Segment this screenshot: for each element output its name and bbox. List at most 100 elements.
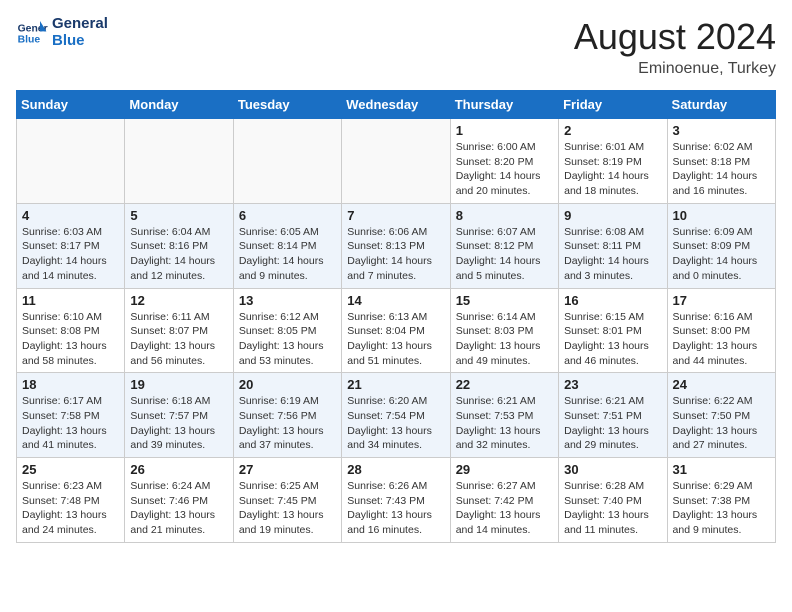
logo-icon: General Blue: [16, 17, 48, 49]
day-number: 4: [22, 208, 119, 223]
logo-text-general: General: [52, 16, 108, 33]
day-number: 28: [347, 462, 444, 477]
day-info: Sunrise: 6:05 AM Sunset: 8:14 PM Dayligh…: [239, 225, 336, 284]
calendar-cell: 25Sunrise: 6:23 AM Sunset: 7:48 PM Dayli…: [17, 458, 125, 543]
day-number: 21: [347, 377, 444, 392]
calendar-cell: 19 Sunrise: 6:18 AM Sunset: 7:57 PM Dayli…: [125, 373, 233, 458]
title-area: August 2024 Eminoenue, Turkey: [574, 16, 776, 78]
calendar-cell: 1 Sunrise: 6:00 AM Sunset: 8:20 PM Daylig…: [450, 119, 558, 204]
calendar-cell: 31 Sunrise: 6:29 AM Sunset: 7:38 PM Dayli…: [667, 458, 775, 543]
calendar-cell: 15 Sunrise: 6:14 AM Sunset: 8:03 PM Dayli…: [450, 288, 558, 373]
day-info: Sunrise: 6:12 AM Sunset: 8:05 PM Dayligh…: [239, 310, 336, 369]
day-info: Sunrise: 6:08 AM Sunset: 8:11 PM Dayligh…: [564, 225, 661, 284]
day-info: Sunrise: 6:21 AM Sunset: 7:51 PM Dayligh…: [564, 394, 661, 453]
day-info: Sunrise: 6:18 AM Sunset: 7:57 PM Dayligh…: [130, 394, 227, 453]
day-number: 2: [564, 123, 661, 138]
day-number: 27: [239, 462, 336, 477]
day-info: Sunrise: 6:11 AM Sunset: 8:07 PM Dayligh…: [130, 310, 227, 369]
calendar-cell: 10Sunrise: 6:09 AM Sunset: 8:09 PM Dayli…: [667, 203, 775, 288]
calendar-week-row: 11Sunrise: 6:10 AM Sunset: 8:08 PM Dayli…: [17, 288, 776, 373]
calendar-cell: 26Sunrise: 6:24 AM Sunset: 7:46 PM Dayli…: [125, 458, 233, 543]
calendar-cell: 21 Sunrise: 6:20 AM Sunset: 7:54 PM Dayli…: [342, 373, 450, 458]
day-info: Sunrise: 6:04 AM Sunset: 8:16 PM Dayligh…: [130, 225, 227, 284]
logo-text-blue: Blue: [52, 33, 108, 50]
day-number: 5: [130, 208, 227, 223]
day-info: Sunrise: 6:07 AM Sunset: 8:12 PM Dayligh…: [456, 225, 553, 284]
day-number: 25: [22, 462, 119, 477]
day-number: 3: [673, 123, 770, 138]
logo: General Blue General Blue: [16, 16, 108, 49]
day-info: Sunrise: 6:20 AM Sunset: 7:54 PM Dayligh…: [347, 394, 444, 453]
day-number: 1: [456, 123, 553, 138]
day-number: 29: [456, 462, 553, 477]
calendar-cell: 6 Sunrise: 6:05 AM Sunset: 8:14 PM Daylig…: [233, 203, 341, 288]
calendar-cell: 23 Sunrise: 6:21 AM Sunset: 7:51 PM Dayli…: [559, 373, 667, 458]
svg-text:Blue: Blue: [18, 34, 41, 45]
calendar-table: SundayMondayTuesdayWednesdayThursdayFrid…: [16, 90, 776, 543]
day-info: Sunrise: 6:28 AM Sunset: 7:40 PM Dayligh…: [564, 479, 661, 538]
calendar-cell: [125, 119, 233, 204]
calendar-week-row: 25Sunrise: 6:23 AM Sunset: 7:48 PM Dayli…: [17, 458, 776, 543]
day-info: Sunrise: 6:14 AM Sunset: 8:03 PM Dayligh…: [456, 310, 553, 369]
day-info: Sunrise: 6:25 AM Sunset: 7:45 PM Dayligh…: [239, 479, 336, 538]
day-info: Sunrise: 6:02 AM Sunset: 8:18 PM Dayligh…: [673, 140, 770, 199]
day-info: Sunrise: 6:22 AM Sunset: 7:50 PM Dayligh…: [673, 394, 770, 453]
calendar-cell: 14Sunrise: 6:13 AM Sunset: 8:04 PM Dayli…: [342, 288, 450, 373]
day-info: Sunrise: 6:29 AM Sunset: 7:38 PM Dayligh…: [673, 479, 770, 538]
calendar-day-header: Tuesday: [233, 91, 341, 119]
calendar-week-row: 4Sunrise: 6:03 AM Sunset: 8:17 PM Daylig…: [17, 203, 776, 288]
calendar-cell: 5 Sunrise: 6:04 AM Sunset: 8:16 PM Daylig…: [125, 203, 233, 288]
calendar-cell: 29 Sunrise: 6:27 AM Sunset: 7:42 PM Dayli…: [450, 458, 558, 543]
day-info: Sunrise: 6:27 AM Sunset: 7:42 PM Dayligh…: [456, 479, 553, 538]
page-header: General Blue General Blue August 2024 Em…: [16, 16, 776, 78]
calendar-cell: 3 Sunrise: 6:02 AM Sunset: 8:18 PM Daylig…: [667, 119, 775, 204]
day-number: 22: [456, 377, 553, 392]
calendar-cell: 12 Sunrise: 6:11 AM Sunset: 8:07 PM Dayli…: [125, 288, 233, 373]
calendar-cell: 30 Sunrise: 6:28 AM Sunset: 7:40 PM Dayli…: [559, 458, 667, 543]
day-info: Sunrise: 6:17 AM Sunset: 7:58 PM Dayligh…: [22, 394, 119, 453]
calendar-week-row: 1 Sunrise: 6:00 AM Sunset: 8:20 PM Daylig…: [17, 119, 776, 204]
calendar-cell: 7 Sunrise: 6:06 AM Sunset: 8:13 PM Daylig…: [342, 203, 450, 288]
calendar-cell: 24Sunrise: 6:22 AM Sunset: 7:50 PM Dayli…: [667, 373, 775, 458]
calendar-cell: 8Sunrise: 6:07 AM Sunset: 8:12 PM Daylig…: [450, 203, 558, 288]
day-number: 16: [564, 293, 661, 308]
calendar-day-header: Monday: [125, 91, 233, 119]
calendar-cell: 4Sunrise: 6:03 AM Sunset: 8:17 PM Daylig…: [17, 203, 125, 288]
calendar-cell: 28Sunrise: 6:26 AM Sunset: 7:43 PM Dayli…: [342, 458, 450, 543]
calendar-cell: 2 Sunrise: 6:01 AM Sunset: 8:19 PM Daylig…: [559, 119, 667, 204]
day-number: 30: [564, 462, 661, 477]
day-number: 6: [239, 208, 336, 223]
day-number: 23: [564, 377, 661, 392]
day-info: Sunrise: 6:10 AM Sunset: 8:08 PM Dayligh…: [22, 310, 119, 369]
calendar-header-row: SundayMondayTuesdayWednesdayThursdayFrid…: [17, 91, 776, 119]
calendar-cell: 27 Sunrise: 6:25 AM Sunset: 7:45 PM Dayli…: [233, 458, 341, 543]
day-info: Sunrise: 6:09 AM Sunset: 8:09 PM Dayligh…: [673, 225, 770, 284]
day-info: Sunrise: 6:06 AM Sunset: 8:13 PM Dayligh…: [347, 225, 444, 284]
day-info: Sunrise: 6:19 AM Sunset: 7:56 PM Dayligh…: [239, 394, 336, 453]
day-number: 14: [347, 293, 444, 308]
calendar-day-header: Friday: [559, 91, 667, 119]
main-title: August 2024: [574, 16, 776, 58]
day-number: 7: [347, 208, 444, 223]
calendar-cell: 16 Sunrise: 6:15 AM Sunset: 8:01 PM Dayli…: [559, 288, 667, 373]
calendar-cell: [342, 119, 450, 204]
day-info: Sunrise: 6:16 AM Sunset: 8:00 PM Dayligh…: [673, 310, 770, 369]
day-info: Sunrise: 6:00 AM Sunset: 8:20 PM Dayligh…: [456, 140, 553, 199]
calendar-cell: [233, 119, 341, 204]
calendar-cell: 17Sunrise: 6:16 AM Sunset: 8:00 PM Dayli…: [667, 288, 775, 373]
day-number: 31: [673, 462, 770, 477]
day-number: 9: [564, 208, 661, 223]
day-info: Sunrise: 6:01 AM Sunset: 8:19 PM Dayligh…: [564, 140, 661, 199]
calendar-cell: 20Sunrise: 6:19 AM Sunset: 7:56 PM Dayli…: [233, 373, 341, 458]
day-number: 15: [456, 293, 553, 308]
day-info: Sunrise: 6:21 AM Sunset: 7:53 PM Dayligh…: [456, 394, 553, 453]
day-number: 26: [130, 462, 227, 477]
calendar-day-header: Thursday: [450, 91, 558, 119]
calendar-cell: 9 Sunrise: 6:08 AM Sunset: 8:11 PM Daylig…: [559, 203, 667, 288]
calendar-cell: [17, 119, 125, 204]
day-info: Sunrise: 6:15 AM Sunset: 8:01 PM Dayligh…: [564, 310, 661, 369]
day-number: 12: [130, 293, 227, 308]
subtitle: Eminoenue, Turkey: [574, 60, 776, 78]
day-number: 19: [130, 377, 227, 392]
calendar-cell: 11Sunrise: 6:10 AM Sunset: 8:08 PM Dayli…: [17, 288, 125, 373]
